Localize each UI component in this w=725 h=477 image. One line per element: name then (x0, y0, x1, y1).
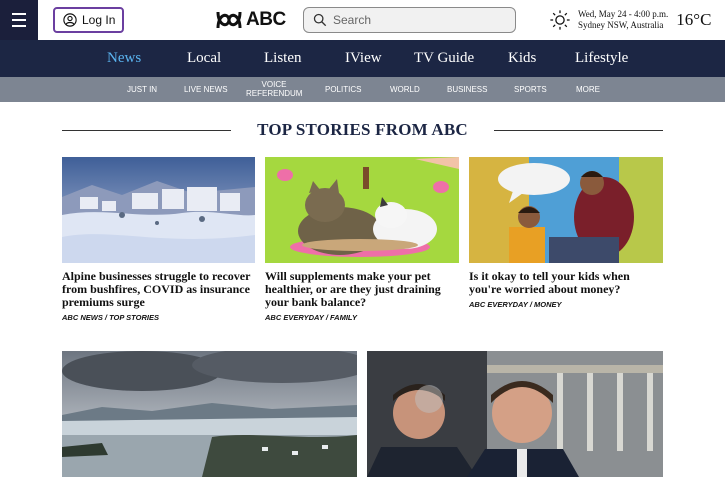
story-image-politicians[interactable] (367, 351, 663, 477)
story-headline[interactable]: Will supplements make your pet healthier… (265, 270, 459, 309)
subnav-item-politics[interactable]: POLITICS (325, 85, 361, 94)
story-card[interactable]: Alpine businesses struggle to recover fr… (62, 157, 255, 322)
heading-rule-left (62, 129, 232, 131)
section-title: TOP STORIES FROM ABC (257, 120, 468, 139)
story-image-cats-supplements[interactable] (265, 157, 459, 263)
nav-item-kids[interactable]: Kids (508, 50, 536, 67)
abc-lissajous-icon (216, 11, 242, 29)
subnav-item-live-news[interactable]: LIVE NEWS (184, 85, 228, 94)
weather-widget: Wed, May 24 - 4:00 p.m. Sydney NSW, Aust… (549, 8, 711, 32)
story-card[interactable]: Is it okay to tell your kids when you're… (469, 157, 663, 309)
story-image-lake-landscape[interactable] (62, 351, 357, 477)
nav-item-local[interactable]: Local (187, 50, 221, 67)
weather-temperature: 16°C (676, 10, 712, 29)
story-image-parent-child-money[interactable] (469, 157, 663, 263)
search-box[interactable] (303, 7, 516, 33)
subnav-item-just-in[interactable]: JUST IN (127, 85, 157, 94)
login-label: Log In (82, 13, 116, 27)
user-icon (63, 13, 77, 27)
subnav-item-more[interactable]: MORE (576, 85, 600, 94)
subnav-item-world[interactable]: WORLD (390, 85, 420, 94)
login-button[interactable]: Log In (53, 7, 124, 33)
main-nav: News Local Listen IView TV Guide Kids Li… (0, 40, 725, 77)
search-input[interactable] (333, 13, 503, 27)
nav-item-news[interactable]: News (107, 50, 141, 67)
sun-icon (550, 10, 570, 30)
subnav-item-voice-referendum[interactable]: VOICE REFERENDUM (246, 80, 302, 98)
story-card[interactable]: Will supplements make your pet healthier… (265, 157, 459, 322)
story-tag[interactable]: ABC EVERYDAY / MONEY (469, 300, 663, 309)
logo-text: ABC (246, 9, 286, 30)
nav-item-lifestyle[interactable]: Lifestyle (575, 50, 628, 67)
subnav-item-business[interactable]: BUSINESS (447, 85, 487, 94)
weather-location: Sydney NSW, Australia (578, 20, 664, 30)
weather-date: Wed, May 24 - 4:00 p.m. (578, 9, 669, 19)
hamburger-menu-icon[interactable] (0, 0, 38, 40)
heading-rule-right (493, 129, 664, 131)
top-bar: Log In ABC Wed, May 24 - 4:00 p.m. Syd (0, 0, 725, 40)
story-image-alpine-snow[interactable] (62, 157, 255, 263)
story-tag[interactable]: ABC EVERYDAY / FAMILY (265, 313, 459, 322)
weather-info: Wed, May 24 - 4:00 p.m. Sydney NSW, Aust… (578, 9, 668, 31)
story-headline[interactable]: Is it okay to tell your kids when you're… (469, 270, 663, 296)
nav-item-listen[interactable]: Listen (264, 50, 302, 67)
search-icon (313, 13, 327, 27)
nav-item-iview[interactable]: IView (345, 50, 382, 67)
story-headline[interactable]: Alpine businesses struggle to recover fr… (62, 270, 255, 309)
abc-logo[interactable]: ABC (216, 9, 286, 31)
section-heading: TOP STORIES FROM ABC (62, 118, 664, 142)
sub-nav: JUST IN LIVE NEWS VOICE REFERENDUM POLIT… (0, 77, 725, 102)
story-tag[interactable]: ABC NEWS / TOP STORIES (62, 313, 255, 322)
subnav-item-sports[interactable]: SPORTS (514, 85, 547, 94)
nav-item-tv-guide[interactable]: TV Guide (414, 50, 474, 67)
